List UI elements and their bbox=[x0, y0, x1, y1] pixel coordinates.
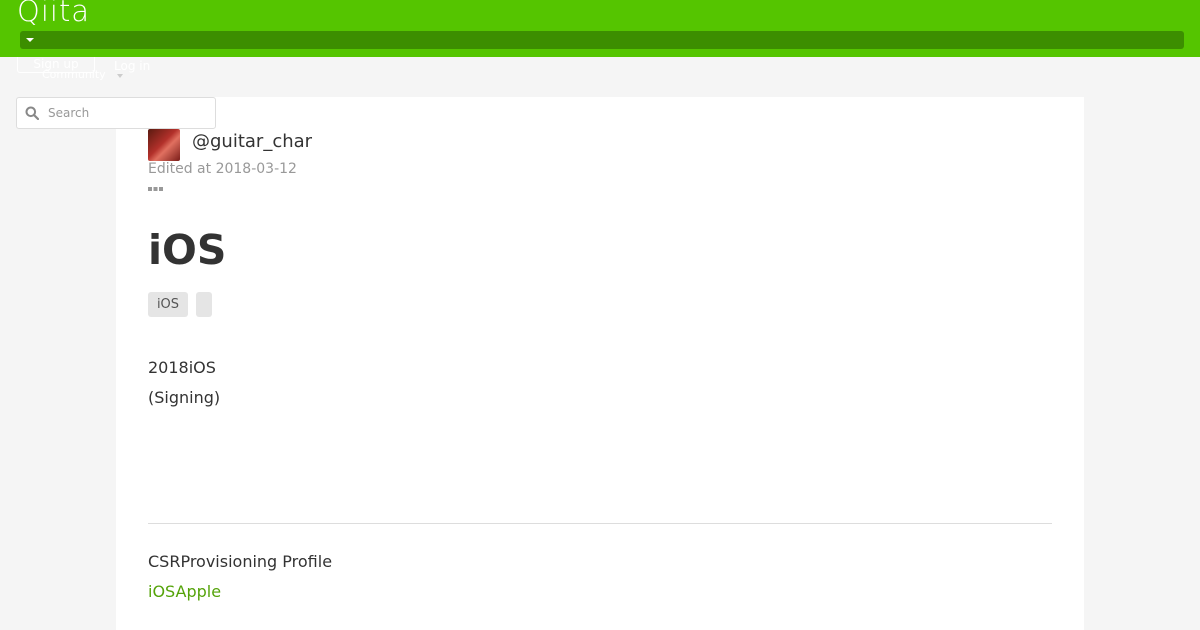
search-input[interactable] bbox=[48, 104, 208, 122]
tag-ios[interactable]: iOS bbox=[148, 292, 188, 317]
body-link[interactable]: iOSApple bbox=[148, 582, 221, 601]
author-username[interactable]: @guitar_char bbox=[192, 131, 312, 152]
global-header: Qiita bbox=[0, 0, 1200, 57]
author-avatar[interactable] bbox=[148, 129, 180, 161]
nav-bar[interactable] bbox=[20, 31, 1184, 49]
login-link[interactable]: Log in bbox=[114, 59, 150, 73]
article-title: iOS bbox=[148, 226, 227, 274]
body-paragraph: CSRProvisioning Profile bbox=[148, 552, 333, 571]
chevron-down-icon[interactable] bbox=[26, 38, 34, 42]
community-menu[interactable]: Community bbox=[42, 68, 106, 81]
search-box[interactable] bbox=[16, 97, 216, 129]
qiita-logo[interactable]: Qiita bbox=[17, 0, 90, 28]
search-icon bbox=[25, 106, 39, 120]
tag-empty[interactable] bbox=[196, 292, 212, 317]
edited-date: Edited at 2018-03-12 bbox=[148, 161, 297, 177]
community-chevron-down-icon[interactable] bbox=[117, 74, 123, 78]
body-paragraph: (Signing) bbox=[148, 388, 221, 407]
more-icon[interactable] bbox=[148, 186, 164, 192]
body-paragraph: 2018iOS bbox=[148, 358, 216, 377]
section-divider bbox=[148, 523, 1052, 524]
